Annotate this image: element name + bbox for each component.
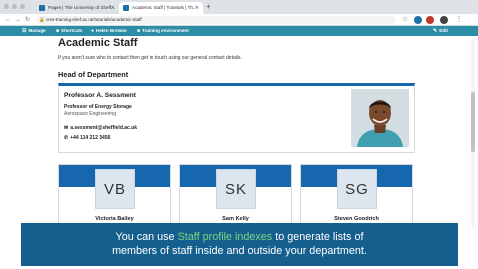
extension-icon[interactable]	[426, 16, 434, 24]
reload-icon[interactable]: ↻	[25, 15, 30, 25]
hod-department: Aerospace Engineering	[64, 111, 116, 117]
browser-toolbar: ← → ↻ 🔒 cms-training.shef.ac.uk/tutorial…	[0, 14, 478, 26]
staff-initials-avatar: SK	[216, 169, 256, 209]
caption-overlay: You can use Staff profile indexes to gen…	[21, 223, 458, 266]
cms-admin-bar: ☰ Manage ■ Shortcuts ● Helen Browne ■ Tr…	[0, 26, 478, 36]
hod-email-text: a.sessment@sheffield.ac.uk	[70, 125, 138, 131]
lock-icon: 🔒	[39, 17, 45, 22]
edit-label: Edit	[439, 28, 448, 33]
intro-text: If you aren't sure who to contact then g…	[58, 55, 242, 61]
caption-highlight: Staff profile indexes	[177, 231, 273, 243]
section-heading: Head of Department	[58, 70, 129, 79]
scrollbar-thumb[interactable]	[471, 92, 475, 152]
manage-label: Manage	[28, 28, 46, 33]
new-tab-button[interactable]: +	[206, 2, 211, 12]
envelope-icon: ✉	[64, 125, 69, 131]
caption-text: You can use	[115, 231, 178, 243]
address-bar[interactable]: 🔒 cms-training.shef.ac.uk/tutorials/acad…	[36, 16, 396, 24]
staff-card[interactable]: SG Steven Goodrich	[300, 164, 413, 226]
site-favicon-icon	[39, 5, 45, 11]
user-menu[interactable]: ● Helen Browne	[91, 26, 127, 36]
shortcuts-menu[interactable]: ■ Shortcuts	[56, 26, 82, 36]
back-icon[interactable]: ←	[5, 15, 11, 25]
staff-name[interactable]: Victoria Bailey	[59, 216, 170, 222]
window-controls[interactable]	[4, 4, 25, 9]
user-icon: ●	[91, 28, 95, 34]
browser-tab-pages[interactable]: Pages | The University of Sheff... ✕	[35, 2, 119, 14]
tab-title: Academic Staff | Tutorials | Th...	[132, 5, 197, 10]
menu-icon: ☰	[22, 28, 27, 34]
page-scrollbar[interactable]	[471, 37, 475, 227]
staff-initials-avatar: VB	[95, 169, 135, 209]
bookmark-star-icon[interactable]: ☆	[402, 16, 410, 24]
caption-line-1: You can use Staff profile indexes to gen…	[21, 230, 458, 244]
caption-line-2: members of staff inside and outside your…	[112, 245, 367, 257]
hod-role: Professor of Energy Storage	[64, 104, 132, 110]
close-tab-icon[interactable]: ✕	[195, 2, 199, 14]
hod-phone: ✆ +44 114 212 3456	[64, 135, 110, 141]
edit-button[interactable]: ✎ Edit	[433, 26, 448, 36]
staff-name[interactable]: Sam Kelly	[180, 216, 291, 222]
browser-tab-strip: Pages | The University of Sheff... ✕ Aca…	[0, 0, 478, 14]
page-title: Academic Staff	[58, 37, 138, 49]
user-label: Helen Browne	[96, 28, 127, 33]
url-text: cms-training.shef.ac.uk/tutorials/academ…	[46, 17, 142, 22]
portrait-illustration	[351, 89, 409, 147]
hod-name[interactable]: Professor A. Sessment	[64, 92, 136, 99]
forward-icon[interactable]: →	[15, 15, 21, 25]
profile-photo	[351, 89, 409, 147]
hod-phone-text: +44 114 212 3456	[70, 135, 111, 141]
staff-card[interactable]: SK Sam Kelly	[179, 164, 292, 226]
browser-tab-academic-staff[interactable]: Academic Staff | Tutorials | Th... ✕	[119, 2, 203, 14]
caption-text: to generate lists of	[272, 231, 364, 243]
phone-icon: ✆	[64, 135, 69, 141]
environment-icon: ■	[137, 28, 141, 34]
close-tab-icon[interactable]: ✕	[111, 2, 115, 14]
pencil-icon: ✎	[433, 28, 438, 34]
head-of-department-card: Professor A. Sessment Professor of Energ…	[58, 83, 415, 153]
profile-avatar[interactable]	[440, 16, 448, 24]
manage-menu[interactable]: ☰ Manage	[22, 26, 46, 36]
shortcuts-icon: ■	[56, 28, 60, 34]
environment-indicator: ■ Training environment	[137, 26, 189, 36]
more-menu-icon[interactable]: ⋮	[455, 16, 463, 24]
environment-label: Training environment	[142, 28, 189, 33]
site-favicon-icon	[123, 5, 129, 11]
staff-name[interactable]: Steven Goodrich	[301, 216, 412, 222]
shortcuts-label: Shortcuts	[61, 28, 83, 33]
hod-email-link[interactable]: ✉ a.sessment@sheffield.ac.uk	[64, 125, 137, 131]
staff-initials-avatar: SG	[337, 169, 377, 209]
tab-title: Pages | The University of Sheff...	[48, 5, 115, 10]
extension-icon[interactable]	[414, 16, 422, 24]
staff-card[interactable]: VB Victoria Bailey	[58, 164, 171, 226]
